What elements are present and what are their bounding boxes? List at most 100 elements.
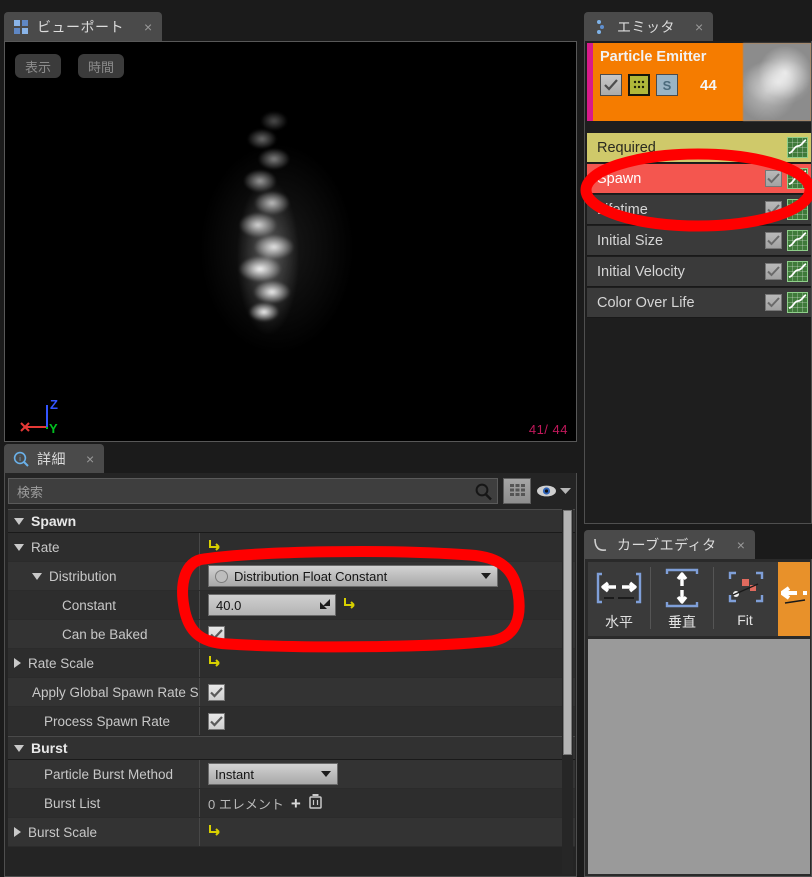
reset-to-default-button[interactable]	[208, 538, 221, 556]
reset-arrow-icon[interactable]	[343, 596, 356, 609]
curve-fit-selected-button[interactable]	[778, 562, 810, 636]
property-name-cell: Particle Burst Method	[8, 760, 200, 788]
property-row[interactable]: Particle Burst Method Instant	[8, 760, 575, 789]
curve-fit-vertical-button[interactable]: 垂直	[651, 562, 713, 634]
property-row[interactable]: Process Spawn Rate	[8, 707, 575, 736]
reset-arrow-icon[interactable]	[208, 654, 221, 667]
property-row[interactable]: Burst List 0 エレメント +	[8, 789, 575, 818]
graph-curve-icon	[788, 231, 807, 250]
expand-triangle-icon[interactable]	[14, 658, 21, 668]
module-curve-button[interactable]	[787, 168, 808, 189]
property-label: Rate	[31, 539, 60, 555]
info-icon: i	[13, 451, 29, 467]
tab-details[interactable]: i 詳細 ×	[4, 444, 105, 474]
module-row-spawn[interactable]: Spawn	[587, 164, 811, 194]
property-name-cell: Rate	[8, 533, 200, 561]
tab-viewport-close-icon[interactable]: ×	[144, 20, 152, 34]
module-enabled-checkbox[interactable]	[765, 294, 782, 311]
property-row[interactable]: Rate Scale	[8, 649, 575, 678]
viewport-display-button[interactable]: 表示	[15, 54, 62, 78]
reset-to-default-button[interactable]	[208, 654, 221, 672]
expand-triangle-icon[interactable]	[14, 744, 24, 752]
distribution-dropdown[interactable]: Distribution Float Constant	[208, 565, 498, 587]
reset-to-default-button[interactable]	[208, 823, 221, 841]
module-curve-button[interactable]	[787, 261, 808, 282]
property-tree[interactable]: Spawn Rate Distribution Distribution Float …	[8, 509, 575, 874]
emitter-thumbnail[interactable]	[743, 43, 811, 121]
grid-view-icon	[509, 484, 525, 496]
reset-to-default-button[interactable]	[343, 596, 356, 614]
burst-method-dropdown[interactable]: Instant	[208, 763, 338, 785]
emitter-header[interactable]: Particle Emitter S 44	[587, 43, 811, 121]
module-row-lifetime[interactable]: Lifetime	[587, 195, 811, 225]
property-value-cell	[200, 678, 575, 706]
property-row[interactable]: Can be Baked	[8, 620, 575, 649]
expand-triangle-icon[interactable]	[14, 517, 24, 525]
tab-curve-editor[interactable]: カーブエディタ ×	[584, 530, 755, 560]
search-input[interactable]: 検索	[8, 478, 498, 504]
curve-editor-graph[interactable]	[588, 639, 810, 874]
reset-arrow-icon[interactable]	[208, 823, 221, 836]
tab-emitter[interactable]: エミッタ ×	[584, 12, 714, 42]
expand-triangle-icon[interactable]	[14, 543, 24, 551]
tab-emitter-close-icon[interactable]: ×	[695, 20, 703, 34]
property-row[interactable]: Distribution Distribution Float Constant	[8, 562, 575, 591]
grid-view-button[interactable]	[503, 478, 531, 504]
expand-triangle-icon[interactable]	[32, 572, 42, 580]
search-icon[interactable]	[474, 482, 493, 501]
tab-curve-editor-close-icon[interactable]: ×	[737, 538, 745, 552]
curve-editor-toolbar: 水平 垂直 Fit	[588, 562, 810, 636]
svg-text:i: i	[19, 456, 21, 463]
category-header-burst[interactable]: Burst	[8, 736, 575, 760]
check-icon	[767, 204, 780, 215]
property-row[interactable]: Apply Global Spawn Rate S	[8, 678, 575, 707]
module-curve-button[interactable]	[787, 199, 808, 220]
tab-viewport[interactable]: ビューポート ×	[4, 12, 163, 42]
viewport-time-button[interactable]: 時間	[78, 54, 125, 78]
constant-number-input[interactable]: 40.0	[208, 594, 336, 616]
module-row-required[interactable]: Required	[587, 133, 811, 163]
category-header-spawn[interactable]: Spawn	[8, 509, 575, 533]
chevron-down-icon	[481, 573, 491, 579]
module-label: Spawn	[597, 170, 642, 187]
details-scrollbar[interactable]	[562, 509, 573, 874]
emitter-icon	[597, 20, 604, 34]
module-enabled-checkbox[interactable]	[765, 232, 782, 249]
reset-arrow-icon[interactable]	[208, 538, 221, 551]
module-row-initial-velocity[interactable]: Initial Velocity	[587, 257, 811, 287]
emitter-enabled-checkbox[interactable]	[600, 74, 622, 96]
emitter-solo-button[interactable]: S	[656, 74, 678, 96]
category-label: Burst	[31, 740, 68, 756]
curve-fit-vertical-label: 垂直	[668, 614, 696, 630]
module-curve-button[interactable]	[787, 230, 808, 251]
property-row[interactable]: Rate	[8, 533, 575, 562]
view-options-button[interactable]	[536, 484, 575, 498]
fit-selected-icon	[781, 586, 807, 604]
property-row[interactable]: Constant 40.0	[8, 591, 575, 620]
expand-triangle-icon[interactable]	[14, 827, 21, 837]
drag-handle-icon[interactable]	[319, 598, 331, 613]
property-checkbox[interactable]	[208, 625, 225, 643]
module-enabled-checkbox[interactable]	[765, 263, 782, 280]
module-row-initial-size[interactable]: Initial Size	[587, 226, 811, 256]
delete-icon[interactable]	[308, 793, 323, 814]
property-checkbox[interactable]	[208, 712, 225, 730]
module-enabled-checkbox[interactable]	[765, 201, 782, 218]
details-scrollbar-thumb[interactable]	[563, 510, 572, 755]
chevron-down-icon	[560, 488, 571, 494]
emitter-detail-mode-button[interactable]	[628, 74, 650, 96]
curve-fit-all-button[interactable]: Fit	[714, 562, 776, 634]
check-icon	[210, 686, 223, 698]
property-label: Apply Global Spawn Rate S	[32, 684, 199, 700]
tab-details-close-icon[interactable]: ×	[86, 452, 94, 466]
module-curve-button[interactable]	[787, 292, 808, 313]
property-value-cell	[200, 533, 575, 561]
property-row[interactable]: Burst Scale	[8, 818, 575, 847]
property-checkbox[interactable]	[208, 683, 225, 701]
add-element-button[interactable]: +	[291, 795, 301, 812]
viewport-canvas[interactable]: 表示 時間 Z Y 41/ 44	[4, 41, 577, 442]
module-enabled-checkbox[interactable]	[765, 170, 782, 187]
module-row-color-over-life[interactable]: Color Over Life	[587, 288, 811, 318]
module-curve-button[interactable]	[787, 137, 808, 158]
curve-fit-horizontal-button[interactable]: 水平	[588, 562, 650, 634]
